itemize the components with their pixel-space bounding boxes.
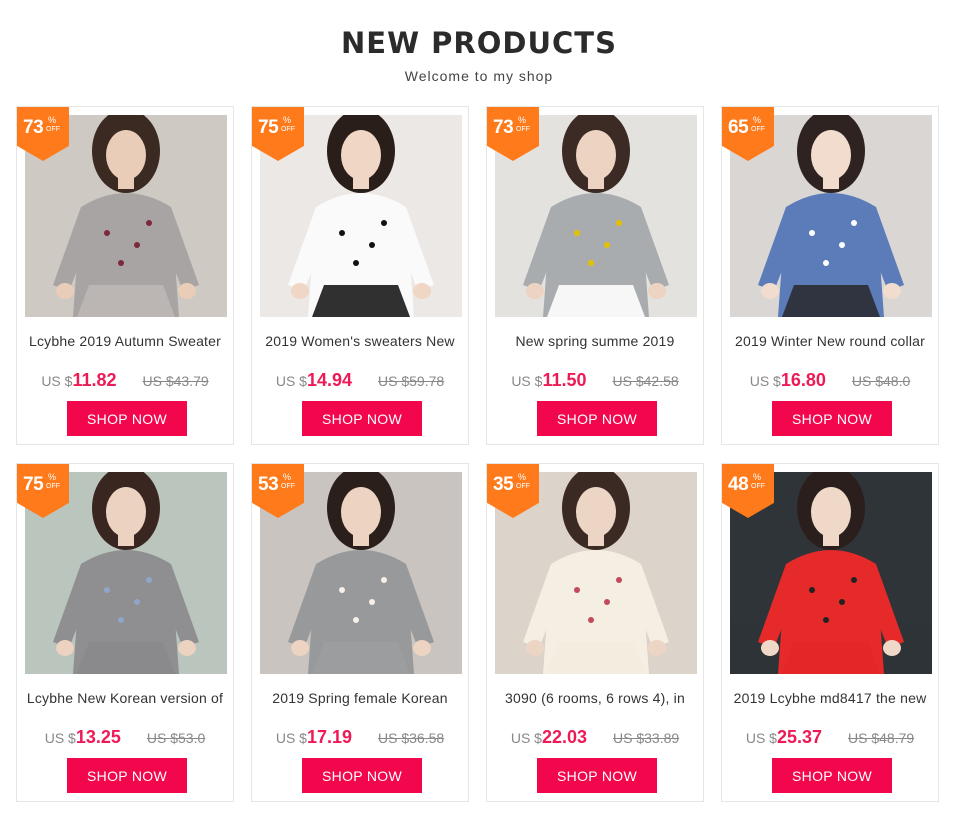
original-price: US $33.89 <box>613 730 680 746</box>
discount-percent-sign: % <box>518 472 527 482</box>
discount-percent-sign: % <box>48 472 57 482</box>
currency-label: US $ <box>44 730 76 746</box>
shop-now-button[interactable]: SHOP NOW <box>302 758 422 793</box>
price-row: US $13.25 US $53.0 <box>17 727 233 748</box>
original-price: US $48.0 <box>851 373 911 389</box>
price-row: US $11.82 US $43.79 <box>17 370 233 391</box>
page-title-text: NEW PRODUCTS <box>341 26 617 60</box>
price-row: US $17.19 US $36.58 <box>252 727 468 748</box>
discount-off-label: OFF <box>281 483 295 490</box>
product-name[interactable]: 2019 Women's sweaters New <box>252 333 468 349</box>
current-price: 14.94 <box>306 370 352 390</box>
currency-label: US $ <box>275 730 307 746</box>
product-card[interactable]: 65 % OFF 2019 Winter New round collar US… <box>721 106 939 445</box>
original-price: US $48.79 <box>848 730 915 746</box>
page-title: NEW PRODUCTS <box>323 26 635 62</box>
discount-value: 75 <box>258 117 279 138</box>
shop-now-button[interactable]: SHOP NOW <box>772 401 892 436</box>
product-card[interactable]: 53 % OFF 2019 Spring female Korean US $1… <box>251 463 469 802</box>
discount-off-label: OFF <box>281 126 295 133</box>
current-price: 11.50 <box>542 370 587 390</box>
discount-value: 35 <box>493 474 514 495</box>
current-price: 25.37 <box>776 727 822 747</box>
discount-badge: 75 % OFF <box>17 464 69 518</box>
currency-label: US $ <box>749 373 781 389</box>
discount-value: 73 <box>23 117 44 138</box>
product-card[interactable]: 48 % OFF 2019 Lcybhe md8417 the new US $… <box>721 463 939 802</box>
discount-off-label: OFF <box>751 126 765 133</box>
discount-percent-sign: % <box>753 472 762 482</box>
currency-label: US $ <box>41 373 73 389</box>
shop-now-button[interactable]: SHOP NOW <box>67 401 187 436</box>
discount-off-label: OFF <box>751 483 765 490</box>
discount-badge: 73 % OFF <box>17 107 69 161</box>
discount-value: 75 <box>23 474 44 495</box>
current-price: 16.80 <box>780 370 826 390</box>
original-price: US $59.78 <box>378 373 445 389</box>
product-name[interactable]: 2019 Winter New round collar <box>722 333 938 349</box>
product-name[interactable]: Lcybhe New Korean version of <box>17 690 233 706</box>
product-card[interactable]: 73 % OFF New spring summe 2019 US $11.50… <box>486 106 704 445</box>
shop-now-button[interactable]: SHOP NOW <box>537 758 657 793</box>
product-card[interactable]: 35 % OFF 3090 (6 rooms, 6 rows 4), in US… <box>486 463 704 802</box>
product-card[interactable]: 75 % OFF Lcybhe New Korean version of US… <box>16 463 234 802</box>
current-price: 22.03 <box>541 727 587 747</box>
discount-badge: 65 % OFF <box>722 107 774 161</box>
discount-off-label: OFF <box>516 126 530 133</box>
discount-value: 53 <box>258 474 279 495</box>
discount-badge: 73 % OFF <box>487 107 539 161</box>
discount-percent-sign: % <box>48 115 57 125</box>
product-card[interactable]: 73 % OFF Lcybhe 2019 Autumn Sweater US $… <box>16 106 234 445</box>
product-name[interactable]: Lcybhe 2019 Autumn Sweater <box>17 333 233 349</box>
discount-badge: 48 % OFF <box>722 464 774 518</box>
product-name[interactable]: 2019 Spring female Korean <box>252 690 468 706</box>
price-row: US $22.03 US $33.89 <box>487 727 703 748</box>
current-price: 11.82 <box>72 370 117 390</box>
discount-badge: 53 % OFF <box>252 464 304 518</box>
discount-badge: 35 % OFF <box>487 464 539 518</box>
discount-badge: 75 % OFF <box>252 107 304 161</box>
discount-value: 73 <box>493 117 514 138</box>
discount-value: 65 <box>728 117 749 138</box>
page-subtitle: Welcome to my shop <box>404 68 554 84</box>
current-price: 17.19 <box>306 727 352 747</box>
discount-percent-sign: % <box>518 115 527 125</box>
discount-percent-sign: % <box>283 472 292 482</box>
product-name[interactable]: 2019 Lcybhe md8417 the new <box>722 690 938 706</box>
price-row: US $11.50 US $42.58 <box>487 370 703 391</box>
original-price: US $42.58 <box>612 373 679 389</box>
currency-label: US $ <box>275 373 307 389</box>
currency-label: US $ <box>510 730 542 746</box>
shop-now-button[interactable]: SHOP NOW <box>67 758 187 793</box>
currency-label: US $ <box>745 730 777 746</box>
shop-now-button[interactable]: SHOP NOW <box>772 758 892 793</box>
discount-value: 48 <box>728 474 749 495</box>
price-row: US $14.94 US $59.78 <box>252 370 468 391</box>
current-price: 13.25 <box>75 727 121 747</box>
discount-percent-sign: % <box>283 115 292 125</box>
discount-percent-sign: % <box>753 115 762 125</box>
discount-off-label: OFF <box>46 483 60 490</box>
original-price: US $43.79 <box>142 373 209 389</box>
price-row: US $25.37 US $48.79 <box>722 727 938 748</box>
discount-off-label: OFF <box>516 483 530 490</box>
original-price: US $53.0 <box>146 730 206 746</box>
product-name[interactable]: 3090 (6 rooms, 6 rows 4), in <box>487 690 703 706</box>
product-name[interactable]: New spring summe 2019 <box>487 333 703 349</box>
shop-now-button[interactable]: SHOP NOW <box>302 401 422 436</box>
shop-now-button[interactable]: SHOP NOW <box>537 401 657 436</box>
original-price: US $36.58 <box>378 730 445 746</box>
currency-label: US $ <box>511 373 543 389</box>
section-header: NEW PRODUCTS Welcome to my shop <box>0 0 958 100</box>
price-row: US $16.80 US $48.0 <box>722 370 938 391</box>
discount-off-label: OFF <box>46 126 60 133</box>
product-card[interactable]: 75 % OFF 2019 Women's sweaters New US $1… <box>251 106 469 445</box>
